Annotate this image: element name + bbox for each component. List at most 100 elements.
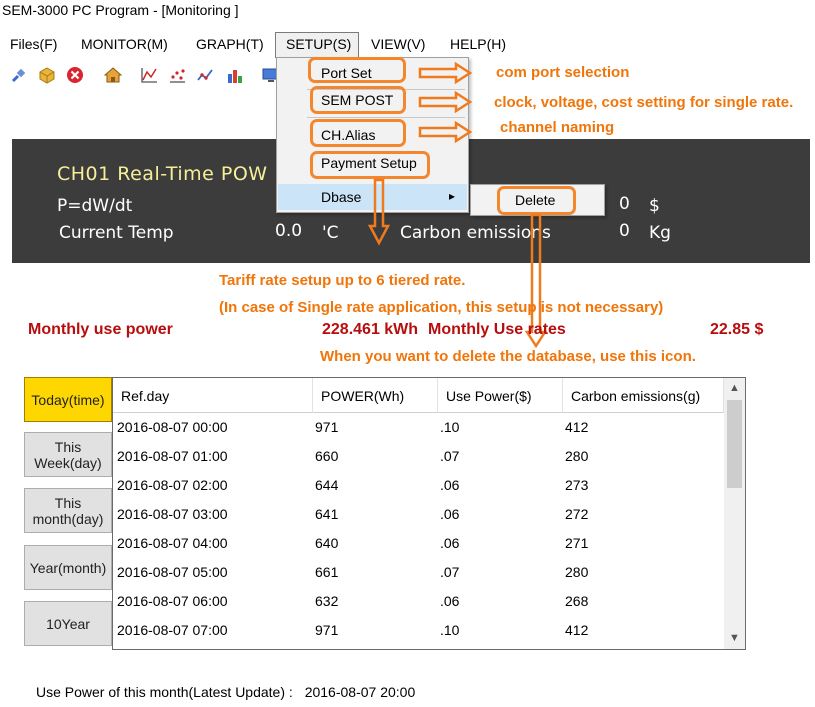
- column-header-use-power[interactable]: Use Power($): [438, 378, 563, 413]
- cell-ref-day: 2016-08-07 03:00: [117, 506, 228, 522]
- cell-power: 971: [315, 622, 339, 638]
- highlight-sem-post: [310, 86, 406, 114]
- footer-latest-update: Use Power of this month(Latest Update) :…: [36, 684, 415, 700]
- cell-power: 641: [315, 506, 339, 522]
- table-header: Ref.day POWER(Wh) Use Power($) Carbon em…: [113, 378, 724, 413]
- cell-carbon: 412: [565, 622, 589, 638]
- app-window: SEM-3000 PC Program - [Monitoring ] File…: [0, 0, 815, 707]
- cell-power: 644: [315, 477, 339, 493]
- menu-setup[interactable]: SETUP(S): [286, 36, 351, 52]
- table-row[interactable]: 2016-08-07 00:00 971 .10 412: [113, 413, 724, 442]
- cell-use-power: .07: [440, 448, 460, 464]
- cell-use-power: .10: [440, 419, 460, 435]
- cell-ref-day: 2016-08-07 02:00: [117, 477, 228, 493]
- menu-help[interactable]: HELP(H): [450, 36, 506, 52]
- menu-monitor[interactable]: MONITOR(M): [81, 36, 168, 52]
- table-row[interactable]: 2016-08-07 01:00 660 .07 280: [113, 442, 724, 471]
- rate-unit: $: [649, 196, 660, 216]
- year-button[interactable]: Year(month): [24, 545, 112, 590]
- carbon-label: Carbon emissions: [400, 223, 551, 243]
- note-port-set: com port selection: [496, 64, 630, 81]
- cell-use-power: .06: [440, 593, 460, 609]
- temp-value: 0.0: [275, 221, 303, 241]
- cell-use-power: .06: [440, 535, 460, 551]
- table-row[interactable]: 2016-08-07 04:00 640 .06 271: [113, 529, 724, 558]
- menu-bar: Files(F) MONITOR(M) GRAPH(T) SETUP(S) VI…: [0, 33, 815, 57]
- cell-use-power: .10: [440, 622, 460, 638]
- monthly-use-rates-value: 22.85 $: [710, 321, 764, 338]
- table-row[interactable]: 2016-08-07 05:00 661 .07 280: [113, 558, 724, 587]
- temp-label: Current Temp: [59, 223, 174, 243]
- note-sem-post: clock, voltage, cost setting for single …: [494, 94, 794, 111]
- note-ch-alias: channel naming: [500, 119, 615, 136]
- scatter-icon[interactable]: [168, 66, 186, 84]
- menu-view[interactable]: VIEW(V): [371, 36, 425, 52]
- cell-ref-day: 2016-08-07 07:00: [117, 622, 228, 638]
- highlight-ch-alias: [310, 119, 406, 147]
- menu-files[interactable]: Files(F): [10, 36, 57, 52]
- monthly-use-power-label: Monthly use power: [28, 321, 173, 338]
- footer-label: Use Power of this month(Latest Update) :: [36, 684, 293, 700]
- power-formula: P=dW/dt: [57, 196, 133, 216]
- line-icon[interactable]: [196, 66, 214, 84]
- highlight-delete: [497, 186, 576, 215]
- carbon-value: 0: [619, 221, 630, 241]
- cell-ref-day: 2016-08-07 05:00: [117, 564, 228, 580]
- window-title: SEM-3000 PC Program - [Monitoring ]: [2, 2, 239, 18]
- scroll-up-icon[interactable]: ▲: [729, 382, 740, 394]
- cell-carbon: 412: [565, 419, 589, 435]
- cell-ref-day: 2016-08-07 04:00: [117, 535, 228, 551]
- cell-carbon: 272: [565, 506, 589, 522]
- cell-power: 660: [315, 448, 339, 464]
- toolbar: [0, 62, 300, 88]
- table-scrollbar[interactable]: ▲ ▼: [724, 378, 745, 649]
- cell-power: 640: [315, 535, 339, 551]
- cell-power: 661: [315, 564, 339, 580]
- cell-carbon: 268: [565, 593, 589, 609]
- table-row[interactable]: 2016-08-07 02:00 644 .06 273: [113, 471, 724, 500]
- monthly-use-power-value: 228.461 kWh: [322, 321, 419, 338]
- cell-use-power: .07: [440, 564, 460, 580]
- highlight-payment-setup: [310, 151, 430, 179]
- table-row[interactable]: 2016-08-07 03:00 641 .06 272: [113, 500, 724, 529]
- data-table: Ref.day POWER(Wh) Use Power($) Carbon em…: [112, 377, 746, 650]
- this-week-button[interactable]: This Week(day): [24, 432, 112, 477]
- column-header-ref-day[interactable]: Ref.day: [113, 378, 313, 413]
- cell-ref-day: 2016-08-07 06:00: [117, 593, 228, 609]
- cell-use-power: .06: [440, 506, 460, 522]
- home-icon[interactable]: [104, 66, 122, 84]
- chart-icon[interactable]: [140, 66, 158, 84]
- temp-unit: 'C: [322, 223, 339, 243]
- stop-icon[interactable]: [66, 66, 84, 84]
- submenu-arrow-icon: ▸: [449, 189, 456, 203]
- cell-ref-day: 2016-08-07 00:00: [117, 419, 228, 435]
- menu-graph[interactable]: GRAPH(T): [196, 36, 264, 52]
- column-header-power[interactable]: POWER(Wh): [313, 378, 438, 413]
- cell-carbon: 273: [565, 477, 589, 493]
- cell-power: 971: [315, 419, 339, 435]
- note-payment-1: Tariff rate setup up to 6 tiered rate.: [219, 272, 466, 289]
- today-button[interactable]: Today(time): [24, 377, 112, 422]
- table-row[interactable]: 2016-08-07 06:00 632 .06 268: [113, 587, 724, 616]
- footer-value: 2016-08-07 20:00: [304, 684, 416, 700]
- table-row[interactable]: 2016-08-07 07:00 971 .10 412: [113, 616, 724, 645]
- bar-chart-icon[interactable]: [226, 66, 244, 84]
- menu-item-dbase-label: Dbase: [321, 189, 362, 205]
- this-month-button[interactable]: This month(day): [24, 488, 112, 533]
- cell-carbon: 271: [565, 535, 589, 551]
- carbon-unit: Kg: [649, 223, 671, 243]
- rate-value: 0: [619, 194, 630, 214]
- menu-separator: [307, 117, 465, 118]
- ten-year-button[interactable]: 10Year: [24, 601, 112, 646]
- cell-carbon: 280: [565, 564, 589, 580]
- plug-icon[interactable]: [10, 66, 28, 84]
- cell-use-power: .06: [440, 477, 460, 493]
- box-icon[interactable]: [38, 66, 56, 84]
- scroll-down-icon[interactable]: ▼: [729, 632, 740, 644]
- cell-power: 632: [315, 593, 339, 609]
- column-header-carbon[interactable]: Carbon emissions(g): [563, 378, 724, 413]
- highlight-port-set: [308, 57, 406, 83]
- scrollbar-thumb[interactable]: [727, 400, 742, 488]
- cell-carbon: 280: [565, 448, 589, 464]
- menu-item-dbase[interactable]: [278, 184, 467, 210]
